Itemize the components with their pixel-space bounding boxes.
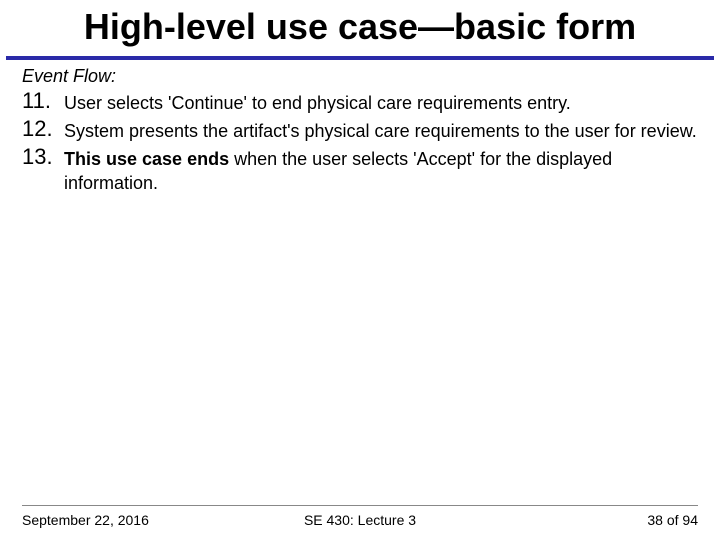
title-underline: [6, 56, 714, 60]
item-text: User selects 'Continue' to end physical …: [64, 89, 571, 115]
footer-course: SE 430: Lecture 3: [247, 512, 472, 528]
list-item: 11. User selects 'Continue' to end physi…: [22, 89, 698, 115]
event-flow-list: 11. User selects 'Continue' to end physi…: [22, 89, 698, 195]
footer-date: September 22, 2016: [22, 512, 247, 528]
item-bold-prefix: This use case ends: [64, 149, 229, 169]
slide-body: Event Flow: 11. User selects 'Continue' …: [0, 66, 720, 195]
item-text: This use case ends when the user selects…: [64, 145, 698, 195]
section-label: Event Flow:: [22, 66, 698, 87]
slide-title: High-level use case—basic form: [0, 0, 720, 56]
footer: September 22, 2016 SE 430: Lecture 3 38 …: [0, 512, 720, 528]
item-text: System presents the artifact's physical …: [64, 117, 697, 143]
item-number: 13.: [22, 145, 64, 169]
slide: High-level use case—basic form Event Flo…: [0, 0, 720, 540]
footer-row: September 22, 2016 SE 430: Lecture 3 38 …: [22, 512, 698, 528]
item-number: 11.: [22, 89, 64, 113]
list-item: 12. System presents the artifact's physi…: [22, 117, 698, 143]
item-number: 12.: [22, 117, 64, 141]
footer-page: 38 of 94: [473, 512, 698, 528]
list-item: 13. This use case ends when the user sel…: [22, 145, 698, 195]
footer-rule: [22, 505, 698, 506]
